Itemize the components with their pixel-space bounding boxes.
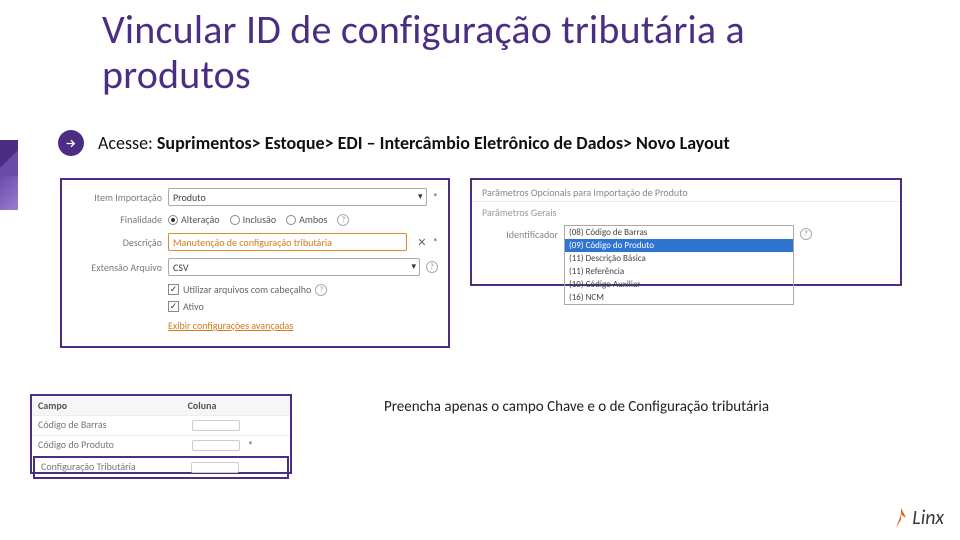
table-row: Código do Produto * xyxy=(32,435,290,455)
descricao-input[interactable]: Manutenção de configuração tributária xyxy=(168,233,407,251)
required-icon: * xyxy=(433,236,438,249)
table-row-highlight: Configuração Tributária xyxy=(33,456,289,479)
list-item[interactable]: (10) Código Auxiliar xyxy=(565,278,793,291)
list-item[interactable]: (11) Referência xyxy=(565,265,793,278)
extensao-label: Extensão Arquivo xyxy=(72,261,162,274)
list-item[interactable]: (11) Descrição Básica xyxy=(565,252,793,265)
logo-text: Linx xyxy=(912,506,944,530)
chevron-down-icon: ▾ xyxy=(411,261,416,272)
item-importacao-select[interactable]: Produto ▾ xyxy=(168,188,427,206)
required-icon: * xyxy=(433,191,438,204)
checkbox-ativo-label: Ativo xyxy=(183,300,204,313)
checkbox-ativo[interactable]: ✓ xyxy=(168,301,179,312)
radio-ambos[interactable]: Ambos xyxy=(286,213,327,226)
extensao-select[interactable]: CSV ▾ xyxy=(168,258,420,276)
page-title: Vincular ID de configuração tributária a… xyxy=(102,8,862,98)
radio-inclusao[interactable]: Inclusão xyxy=(230,213,277,226)
link-advanced[interactable]: Exibir configurações avançadas xyxy=(168,319,438,332)
access-row: Acesse: Suprimentos> Estoque> EDI – Inte… xyxy=(58,130,730,156)
help-icon[interactable]: ? xyxy=(800,228,812,240)
cell-coluna-input[interactable] xyxy=(192,440,240,451)
checkbox-header[interactable]: ✓ xyxy=(168,284,179,295)
params-header: Parâmetros Opcionais para Importação de … xyxy=(472,180,900,202)
logo-icon xyxy=(892,506,910,530)
cell-coluna-input[interactable] xyxy=(192,420,240,431)
radio-alteracao[interactable]: Alteração xyxy=(168,213,220,226)
linx-logo: Linx xyxy=(892,506,944,530)
col-campo: Campo xyxy=(32,396,182,415)
arrow-circle-icon xyxy=(58,130,84,156)
item-importacao-value: Produto xyxy=(173,191,206,204)
item-importacao-label: Item Importação xyxy=(72,191,162,204)
cell-coluna-input[interactable] xyxy=(191,462,239,473)
clear-icon[interactable]: ✕ xyxy=(417,236,426,249)
access-prefix: Acesse: xyxy=(98,132,153,154)
instruction-note: Preencha apenas o campo Chave e o de Con… xyxy=(384,398,824,416)
fields-table-panel: Campo Coluna Código de Barras Código do … xyxy=(30,394,292,474)
form-panel: Item Importação Produto ▾ * Finalidade A… xyxy=(60,178,450,348)
list-item[interactable]: (16) NCM xyxy=(565,291,793,304)
required-icon: * xyxy=(248,439,253,452)
identificador-label: Identificador xyxy=(480,225,558,241)
finalidade-label: Finalidade xyxy=(72,213,162,226)
cell-campo: Código de Barras xyxy=(32,416,182,435)
list-item-selected[interactable]: (09) Código do Produto xyxy=(565,239,793,252)
list-item[interactable]: (08) Código de Barras xyxy=(565,226,793,239)
table-row: Código de Barras xyxy=(32,415,290,435)
access-text: Acesse: Suprimentos> Estoque> EDI – Inte… xyxy=(98,132,730,154)
identificador-listbox[interactable]: (08) Código de Barras (09) Código do Pro… xyxy=(564,225,794,305)
checkbox-header-label: Utilizar arquivos com cabeçalho xyxy=(183,283,311,296)
cell-campo: Código do Produto xyxy=(38,438,114,451)
table-header: Campo Coluna xyxy=(32,396,290,415)
col-coluna: Coluna xyxy=(182,396,290,415)
cell-campo: Configuração Tributária xyxy=(35,458,181,477)
slide-accent xyxy=(0,140,18,178)
help-icon[interactable]: ? xyxy=(315,284,327,296)
access-path: Suprimentos> Estoque> EDI – Intercâmbio … xyxy=(157,132,730,154)
params-subheader: Parâmetros Gerais xyxy=(472,202,900,221)
chevron-down-icon: ▾ xyxy=(418,191,423,202)
descricao-label: Descrição xyxy=(72,236,162,249)
params-panel: Parâmetros Opcionais para Importação de … xyxy=(470,178,902,286)
help-icon[interactable]: ? xyxy=(426,261,438,273)
help-icon[interactable]: ? xyxy=(337,214,349,226)
descricao-value: Manutenção de configuração tributária xyxy=(173,236,332,249)
slide-accent-2 xyxy=(0,176,18,210)
extensao-value: CSV xyxy=(173,261,189,274)
